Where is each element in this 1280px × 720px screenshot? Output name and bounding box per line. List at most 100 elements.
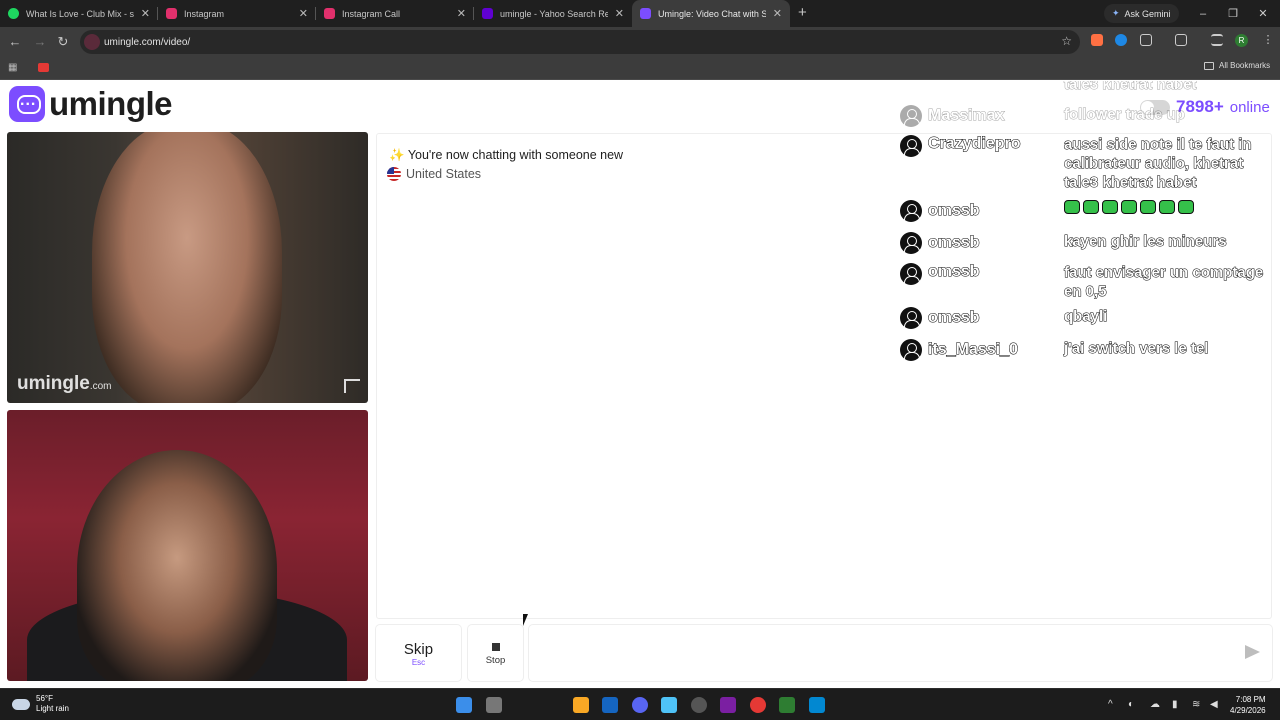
profile-avatar[interactable]: R <box>1235 34 1248 47</box>
stranger-country: United States <box>387 167 481 181</box>
url-text: umingle.com/video/ <box>104 36 191 48</box>
weather-widget[interactable]: 56°F Light rain <box>12 694 69 714</box>
frog-emote-icon <box>1121 200 1137 214</box>
self-video <box>7 410 368 681</box>
maximize-button[interactable]: ❐ <box>1218 0 1248 27</box>
yahoo-icon <box>482 8 493 19</box>
address-bar[interactable]: umingle.com/video/ ☆ <box>80 30 1080 54</box>
browser-tab[interactable]: What Is Love - Club Mix - song ✕ <box>0 0 158 27</box>
ask-gemini-label: Ask Gemini <box>1124 8 1171 19</box>
media-controls-icon[interactable] <box>1211 34 1223 46</box>
instagram-icon <box>166 8 177 19</box>
browser-tab-strip: What Is Love - Club Mix - song ✕ Instagr… <box>0 0 1280 27</box>
new-tab-button[interactable]: + <box>798 0 807 27</box>
us-flag-icon <box>387 167 401 181</box>
browser-tab[interactable]: umingle - Yahoo Search Results ✕ <box>474 0 632 27</box>
windows-start-icon[interactable] <box>456 697 472 713</box>
sparkle-icon: ✨ <box>389 148 405 162</box>
stop-button[interactable]: Stop <box>468 625 523 681</box>
close-tab-icon[interactable]: ✕ <box>141 7 150 20</box>
mouse-cursor <box>523 614 533 626</box>
extensions-puzzle-icon[interactable] <box>1140 34 1152 46</box>
discord-icon[interactable] <box>632 697 648 713</box>
youtube-icon[interactable] <box>38 63 49 72</box>
weather-condition: Light rain <box>36 704 69 713</box>
browser-toolbar: ← → ↻ umingle.com/video/ ☆ <box>0 27 1280 57</box>
report-flag-icon[interactable] <box>344 379 360 393</box>
tab-title: Instagram Call <box>342 8 401 19</box>
close-tab-icon[interactable]: ✕ <box>615 7 624 20</box>
extension-icon[interactable] <box>1091 34 1103 46</box>
forward-icon[interactable]: → <box>32 34 48 50</box>
frog-emote-icon <box>1178 200 1194 214</box>
stranger-face <box>92 132 282 403</box>
message-input[interactable] <box>529 625 1272 681</box>
overlay-chat-row: omssb <box>900 200 1280 222</box>
user-avatar-icon <box>900 232 922 254</box>
back-icon[interactable]: ← <box>7 34 23 50</box>
app-icon[interactable] <box>691 697 707 713</box>
microsoft-store-icon[interactable] <box>573 697 589 713</box>
chrome-icon[interactable] <box>750 697 766 713</box>
overlay-chat-row: Massimax follower trade up <box>900 105 1280 127</box>
vivid-icon[interactable] <box>720 697 736 713</box>
bookmark-star-icon[interactable]: ☆ <box>1061 34 1072 48</box>
clock-date: 4/29/2026 <box>1230 706 1266 715</box>
overlay-chat-row: omssb qbayli <box>900 307 1280 329</box>
stop-icon <box>491 643 500 651</box>
site-info-icon[interactable] <box>84 34 100 50</box>
app-icon[interactable] <box>661 697 677 713</box>
user-avatar-icon <box>900 307 922 329</box>
umingle-page: umingle 7898+ online umingle.com ✨ You'r… <box>0 81 1280 688</box>
tray-app-icon[interactable]: ◐ <box>1128 699 1134 710</box>
logo-text: umingle <box>49 85 173 122</box>
onedrive-icon[interactable]: ☁ <box>1150 699 1160 710</box>
tab-title: What Is Love - Club Mix - song <box>26 8 134 19</box>
overlay-message: tale3 khetrat habet <box>1064 81 1198 94</box>
app-icon[interactable] <box>779 697 795 713</box>
menu-kebab-icon[interactable]: ⋮ <box>1262 34 1274 46</box>
overlay-chat-row: its_Massi_0 j'ai switch vers le tel <box>900 339 1280 361</box>
tray-chevron-icon[interactable]: ^ <box>1108 699 1113 710</box>
apps-grid-icon[interactable]: ▦ <box>8 62 19 73</box>
wifi-icon[interactable]: ≋ <box>1192 699 1200 710</box>
browser-tab[interactable]: Instagram ✕ <box>158 0 316 27</box>
close-window-button[interactable]: ✕ <box>1248 0 1278 27</box>
minimize-button[interactable]: – <box>1188 0 1218 27</box>
bookmarks-bar: ▦ All Bookmarks <box>0 57 1280 80</box>
self-face <box>77 450 277 681</box>
steam-icon[interactable] <box>602 697 618 713</box>
tab-title: Instagram <box>184 8 225 19</box>
skip-label: Skip <box>403 641 434 658</box>
close-tab-icon[interactable]: ✕ <box>299 7 308 20</box>
task-view-icon[interactable] <box>486 697 502 713</box>
side-panel-icon[interactable] <box>1175 34 1187 46</box>
close-tab-icon[interactable]: ✕ <box>457 7 466 20</box>
windows-taskbar: 56°F Light rain ^ ◐ ☁ ▮ ≋ ◀ 7:08 PM 4/29… <box>0 688 1280 720</box>
app-icon[interactable] <box>809 697 825 713</box>
extension-icon[interactable] <box>1115 34 1127 46</box>
user-avatar-icon <box>900 200 922 222</box>
reload-icon[interactable]: ↻ <box>55 34 71 50</box>
overlay-chat-row: omssb faut envisager un comptage en 0,5 <box>900 263 1280 301</box>
chat-bubble-logo-icon <box>9 86 45 122</box>
stop-label: Stop <box>485 655 506 666</box>
close-tab-icon[interactable]: ✕ <box>773 7 782 20</box>
all-bookmarks-button[interactable]: All Bookmarks <box>1204 61 1270 70</box>
skip-shortcut: Esc <box>411 658 426 667</box>
site-logo[interactable]: umingle <box>9 85 173 123</box>
send-icon[interactable] <box>1245 645 1260 659</box>
browser-tab[interactable]: Instagram Call ✕ <box>316 0 474 27</box>
frog-emote-icon <box>1159 200 1175 214</box>
microphone-icon[interactable]: ▮ <box>1172 699 1178 710</box>
instagram-icon <box>324 8 335 19</box>
volume-icon[interactable]: ◀ <box>1210 699 1218 710</box>
umingle-icon <box>640 8 651 19</box>
video-watermark: umingle.com <box>17 373 112 394</box>
emote-row <box>1064 200 1280 222</box>
user-avatar-icon <box>900 105 922 127</box>
system-clock[interactable]: 7:08 PM 4/29/2026 <box>1230 694 1266 716</box>
skip-button[interactable]: Skip Esc <box>376 625 461 681</box>
browser-tab-active[interactable]: Umingle: Video Chat with S ✕ <box>632 0 790 27</box>
ask-gemini-button[interactable]: ✦ Ask Gemini <box>1104 4 1179 23</box>
